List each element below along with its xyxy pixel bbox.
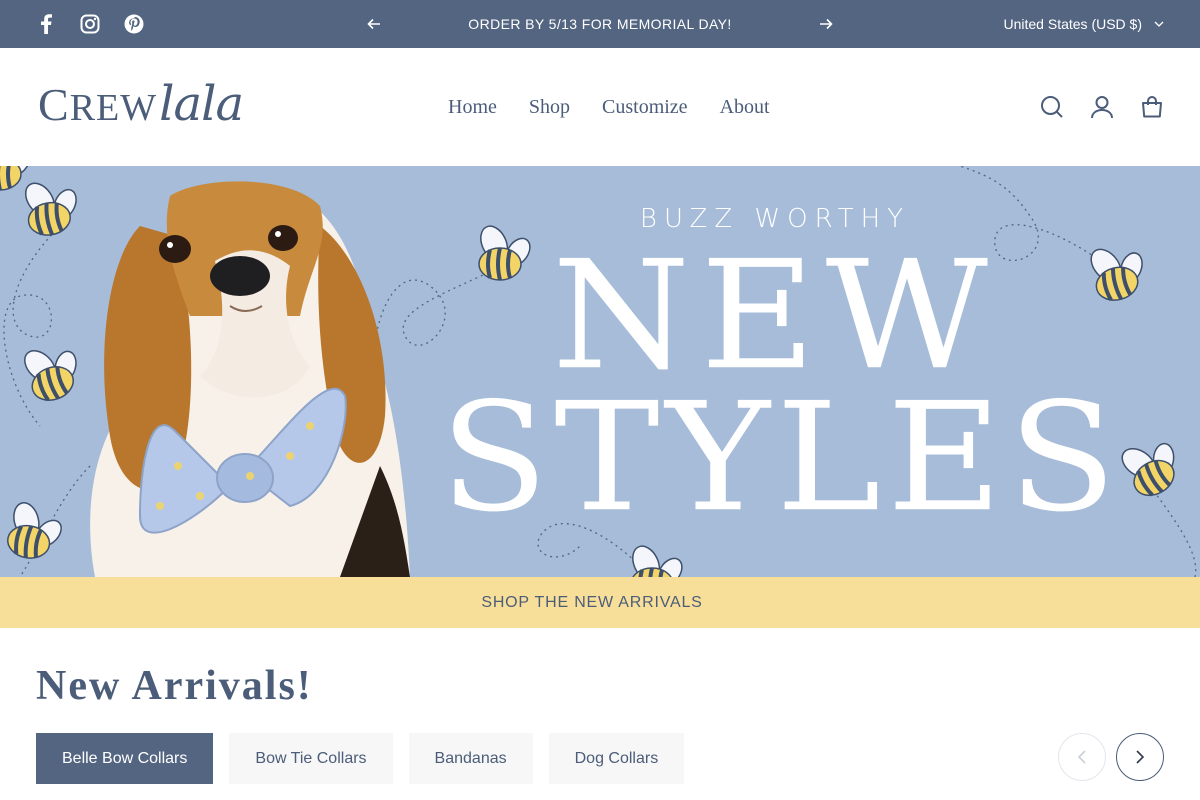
collection-tabs: Belle Bow Collars Bow Tie Collars Bandan… [36, 733, 685, 784]
nav-shop[interactable]: Shop [513, 96, 586, 119]
announcement-message: ORDER BY 5/13 FOR MEMORIAL DAY! [468, 16, 732, 32]
site-header: C REW lala Home Shop Customize About [0, 48, 1200, 166]
hero-headline-styles: STYLES [440, 370, 1123, 546]
hero-banner[interactable]: BUZZ WORTHY NEW STYLES [0, 166, 1200, 577]
instagram-icon[interactable] [76, 0, 104, 48]
logo-initial: C [38, 79, 70, 130]
tab-bow-tie-collars[interactable]: Bow Tie Collars [229, 733, 393, 784]
chevron-down-icon [1154, 21, 1164, 27]
nav-about[interactable]: About [704, 96, 786, 119]
tab-bandanas[interactable]: Bandanas [408, 733, 533, 784]
announcement-prev-arrow-icon[interactable] [362, 12, 386, 36]
logo-crew: REW [69, 87, 158, 129]
facebook-icon[interactable] [32, 0, 60, 48]
cart-icon[interactable] [1138, 93, 1166, 121]
shop-new-arrivals-link[interactable]: SHOP THE NEW ARRIVALS [0, 577, 1200, 628]
carousel-next-button[interactable] [1116, 733, 1164, 781]
logo-lala: lala [159, 76, 244, 132]
tab-belle-bow-collars[interactable]: Belle Bow Collars [36, 733, 214, 784]
beagle-illustration [90, 181, 410, 577]
country-label: United States (USD $) [1003, 16, 1143, 32]
section-title: New Arrivals! [36, 663, 313, 709]
crewlala-logo[interactable]: C REW lala [38, 76, 244, 136]
announcement-bar: ORDER BY 5/13 FOR MEMORIAL DAY! United S… [0, 0, 1200, 48]
nav-customize[interactable]: Customize [586, 96, 704, 119]
shop-new-arrivals-label: SHOP THE NEW ARRIVALS [481, 593, 703, 611]
account-icon[interactable] [1088, 93, 1116, 121]
chevron-right-icon [1136, 750, 1145, 764]
country-selector[interactable]: United States (USD $) [1004, 0, 1165, 48]
main-nav: Home Shop Customize About [432, 48, 786, 166]
nav-home[interactable]: Home [432, 96, 513, 119]
hero-headline-new: NEW [552, 228, 998, 404]
pinterest-icon[interactable] [120, 0, 148, 48]
search-icon[interactable] [1038, 93, 1066, 121]
tab-dog-collars[interactable]: Dog Collars [548, 733, 685, 784]
chevron-left-icon [1077, 750, 1086, 764]
carousel-prev-button[interactable] [1058, 733, 1106, 781]
announcement-next-arrow-icon[interactable] [814, 12, 838, 36]
